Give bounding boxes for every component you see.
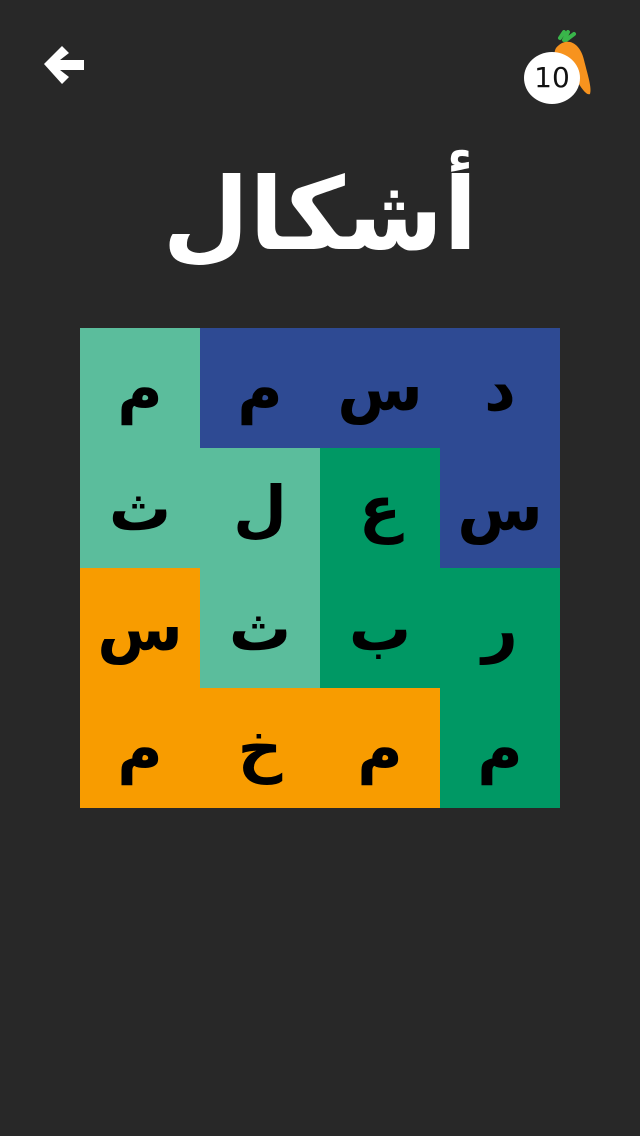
grid-cell[interactable]: ث xyxy=(200,568,320,688)
coin-count: 10 xyxy=(524,52,580,104)
grid-cell[interactable]: ر xyxy=(440,568,560,688)
grid-cell[interactable]: س xyxy=(320,328,440,448)
back-button[interactable] xyxy=(40,42,88,90)
letter-grid: ممسدثلعسسثبرمخمم xyxy=(80,328,560,808)
grid-cell[interactable]: د xyxy=(440,328,560,448)
grid-cell[interactable]: ب xyxy=(320,568,440,688)
grid-cell[interactable]: م xyxy=(440,688,560,808)
grid-cell[interactable]: س xyxy=(440,448,560,568)
arrow-left-icon xyxy=(44,46,84,84)
grid-cell[interactable]: ع xyxy=(320,448,440,568)
grid-cell[interactable]: ث xyxy=(80,448,200,568)
grid-cell[interactable]: ل xyxy=(200,448,320,568)
coin-counter: 10 xyxy=(520,30,600,110)
grid-cell[interactable]: س xyxy=(80,568,200,688)
page-title: أشكال xyxy=(162,156,478,273)
grid-cell[interactable]: خ xyxy=(200,688,320,808)
grid-cell[interactable]: م xyxy=(80,688,200,808)
grid-cell[interactable]: م xyxy=(80,328,200,448)
grid-cell[interactable]: م xyxy=(320,688,440,808)
grid-cell[interactable]: م xyxy=(200,328,320,448)
